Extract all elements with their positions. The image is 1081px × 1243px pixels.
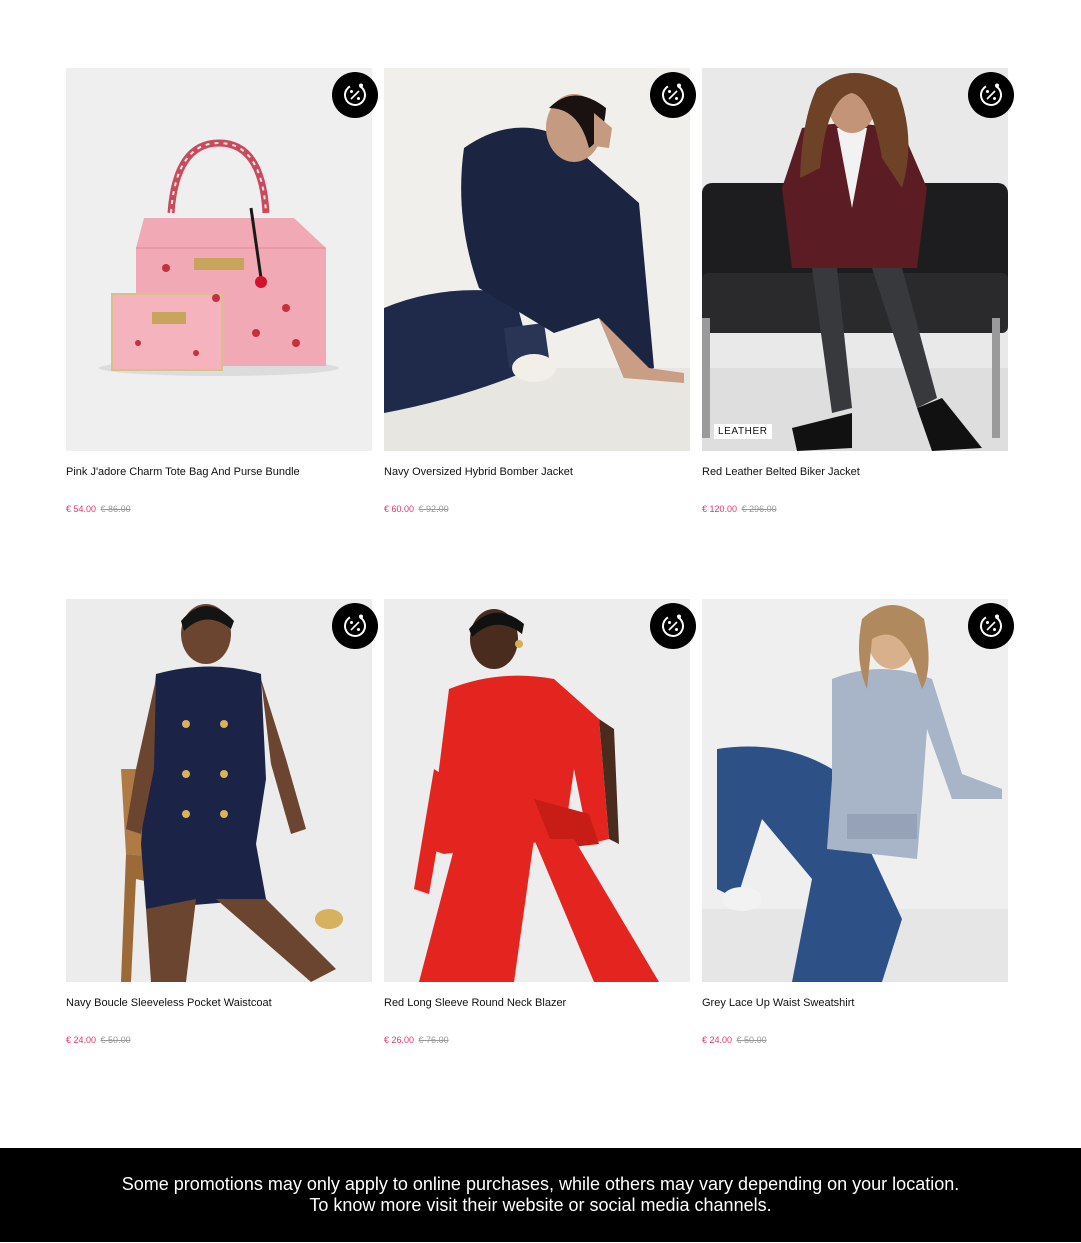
- original-price: € 50.00: [100, 1035, 131, 1045]
- original-price: € 92.00: [418, 504, 449, 514]
- product-price: € 24.00 € 50.00: [66, 1034, 372, 1046]
- original-price: € 50.00: [736, 1035, 767, 1045]
- product-row: Pink J'adore Charm Tote Bag And Purse Bu…: [66, 68, 1014, 515]
- discount-percent-icon[interactable]: [332, 72, 378, 118]
- sale-price: € 24.00: [702, 1035, 733, 1045]
- product-price: € 60.00 € 92.00: [384, 503, 690, 515]
- original-price: € 86.00: [100, 504, 131, 514]
- product-name[interactable]: Red Leather Belted Biker Jacket: [702, 465, 1008, 479]
- promotion-disclaimer-banner: Some promotions may only apply to online…: [0, 1148, 1081, 1242]
- sale-price: € 54.00: [66, 504, 97, 514]
- product-card[interactable]: Pink J'adore Charm Tote Bag And Purse Bu…: [66, 68, 378, 515]
- product-card[interactable]: Navy Boucle Sleeveless Pocket Waistcoat …: [66, 599, 378, 1046]
- sale-price: € 26.00: [384, 1035, 415, 1045]
- product-image[interactable]: [66, 599, 372, 982]
- product-name[interactable]: Navy Oversized Hybrid Bomber Jacket: [384, 465, 690, 479]
- product-row: Navy Boucle Sleeveless Pocket Waistcoat …: [66, 599, 1014, 1046]
- product-price: € 26.00 € 76.00: [384, 1034, 690, 1046]
- product-price: € 24.00 € 50.00: [702, 1034, 1008, 1046]
- sale-price: € 24.00: [66, 1035, 97, 1045]
- product-card[interactable]: Navy Oversized Hybrid Bomber Jacket € 60…: [384, 68, 696, 515]
- material-tag: LEATHER: [714, 424, 772, 439]
- disclaimer-line-2: To know more visit their website or soci…: [309, 1195, 772, 1215]
- discount-percent-icon[interactable]: [968, 72, 1014, 118]
- discount-percent-icon[interactable]: [332, 603, 378, 649]
- product-name[interactable]: Red Long Sleeve Round Neck Blazer: [384, 996, 690, 1010]
- product-card[interactable]: Red Long Sleeve Round Neck Blazer € 26.0…: [384, 599, 696, 1046]
- product-price: € 54.00 € 86.00: [66, 503, 372, 515]
- product-image[interactable]: [384, 68, 690, 451]
- discount-percent-icon[interactable]: [968, 603, 1014, 649]
- product-name[interactable]: Pink J'adore Charm Tote Bag And Purse Bu…: [66, 465, 372, 479]
- product-price: € 120.00 € 296.00: [702, 503, 1008, 515]
- product-name[interactable]: Navy Boucle Sleeveless Pocket Waistcoat: [66, 996, 372, 1010]
- disclaimer-line-1: Some promotions may only apply to online…: [121, 1174, 960, 1194]
- product-card[interactable]: LEATHER Red Leather Belted Biker Jacket …: [702, 68, 1014, 515]
- discount-percent-icon[interactable]: [650, 72, 696, 118]
- original-price: € 296.00: [741, 504, 777, 514]
- product-image[interactable]: [384, 599, 690, 982]
- product-image[interactable]: [66, 68, 372, 451]
- product-image[interactable]: LEATHER: [702, 68, 1008, 451]
- sale-price: € 60.00: [384, 504, 415, 514]
- original-price: € 76.00: [418, 1035, 449, 1045]
- product-card[interactable]: Grey Lace Up Waist Sweatshirt € 24.00 € …: [702, 599, 1014, 1046]
- product-grid: Pink J'adore Charm Tote Bag And Purse Bu…: [66, 68, 1014, 1046]
- product-image[interactable]: [702, 599, 1008, 982]
- product-name[interactable]: Grey Lace Up Waist Sweatshirt: [702, 996, 1008, 1010]
- sale-price: € 120.00: [702, 504, 738, 514]
- discount-percent-icon[interactable]: [650, 603, 696, 649]
